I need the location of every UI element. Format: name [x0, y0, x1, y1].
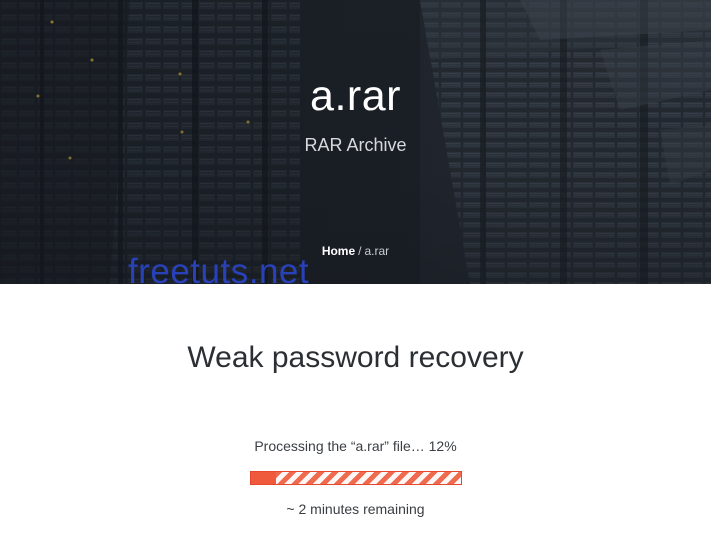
page: a.rar RAR Archive Home / a.rar freetuts.ne…: [0, 0, 711, 546]
progress-stripes: [251, 472, 461, 484]
breadcrumb: Home / a.rar: [0, 243, 711, 259]
progress-bar: [250, 471, 462, 485]
hero-banner: a.rar RAR Archive Home / a.rar: [0, 0, 711, 284]
breadcrumb-current: a.rar: [364, 244, 390, 258]
time-remaining: ~ 2 minutes remaining: [286, 501, 425, 517]
file-type-subtitle: RAR Archive: [304, 135, 407, 155]
watermark-text: freetuts.net: [128, 252, 310, 291]
progress-fill: [251, 472, 277, 484]
breadcrumb-home-link[interactable]: Home: [322, 244, 355, 258]
breadcrumb-separator: /: [358, 244, 362, 258]
page-title: a.rar: [310, 72, 401, 120]
section-title: Weak password recovery: [187, 341, 524, 374]
processing-status: Processing the “a.rar” file… 12%: [254, 438, 457, 454]
